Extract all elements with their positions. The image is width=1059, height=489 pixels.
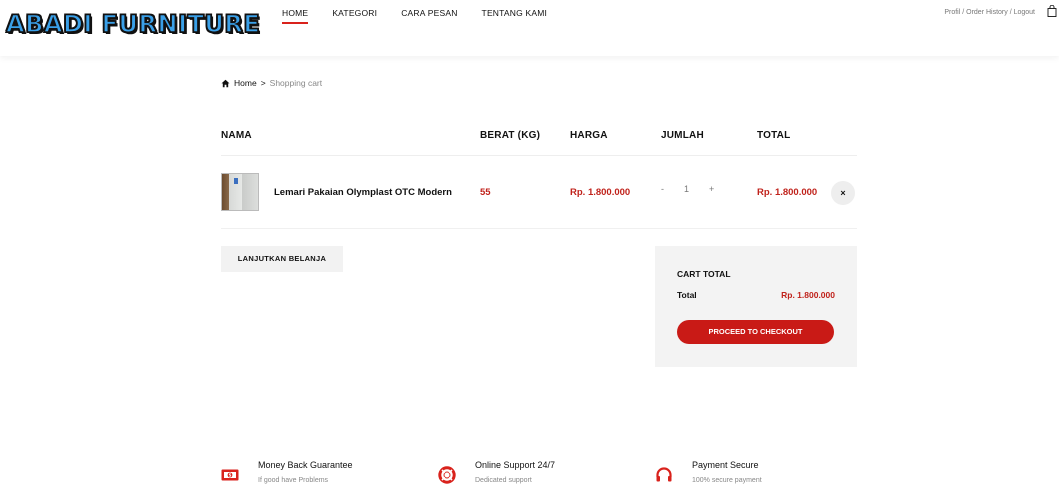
feature-subtitle: Dedicated support: [475, 477, 532, 484]
feature-subtitle: If good have Problems: [258, 477, 329, 484]
money-icon: $: [221, 469, 239, 481]
shopping-bag-icon[interactable]: [1047, 5, 1057, 17]
cart-total-value: Rp. 1.800.000: [781, 290, 835, 300]
feature-subtitle: 100% secure payment: [692, 477, 762, 484]
breadcrumb-home[interactable]: Home: [234, 78, 257, 88]
product-thumbnail[interactable]: [221, 173, 259, 211]
cart-item-row: Lemari Pakaian Olymplast OTC Modern 55 R…: [221, 157, 857, 229]
cart-table-header: NAMA BERAT (KG) HARGA JUMLAH TOTAL: [221, 130, 857, 156]
lifebuoy-icon: [438, 466, 456, 484]
site-logo[interactable]: ABADI FURNITURE: [5, 8, 260, 40]
cart-total-box: CART TOTAL Total Rp. 1.800.000 PROCEED T…: [655, 246, 857, 367]
product-name[interactable]: Lemari Pakaian Olymplast OTC Modern: [274, 187, 452, 198]
quantity-stepper: - 1 +: [661, 184, 714, 194]
product-price: Rp. 1.800.000: [570, 187, 631, 198]
cart-total-label: Total: [677, 290, 697, 300]
column-total: TOTAL: [757, 130, 791, 141]
column-weight: BERAT (KG): [480, 130, 541, 141]
feature-title: Money Back Guarantee: [258, 460, 353, 470]
qty-value[interactable]: 1: [684, 184, 689, 194]
continue-shopping-button[interactable]: LANJUTKAN BELANJA: [221, 246, 343, 272]
nav-cara-pesan[interactable]: CARA PESAN: [401, 8, 457, 18]
nav-kategori[interactable]: KATEGORI: [332, 8, 377, 18]
breadcrumb-current: Shopping cart: [269, 78, 323, 88]
column-price: HARGA: [570, 130, 608, 141]
cart-total-title: CART TOTAL: [677, 269, 731, 279]
nav-tentang-kami[interactable]: TENTANG KAMI: [482, 8, 548, 18]
breadcrumb: Home > Shopping cart: [221, 78, 322, 88]
account-links[interactable]: Profil / Order History / Logout: [944, 9, 1035, 16]
main-nav: HOME KATEGORI CARA PESAN TENTANG KAMI: [282, 8, 571, 24]
qty-decrease-button[interactable]: -: [661, 184, 664, 194]
headphones-icon: [656, 467, 672, 482]
svg-text:$: $: [229, 473, 232, 478]
remove-item-button[interactable]: ×: [831, 181, 855, 205]
qty-increase-button[interactable]: +: [709, 184, 714, 194]
product-weight: 55: [480, 187, 491, 198]
proceed-to-checkout-button[interactable]: PROCEED TO CHECKOUT: [677, 320, 834, 344]
breadcrumb-separator: >: [260, 78, 266, 88]
home-icon: [221, 79, 230, 87]
nav-home[interactable]: HOME: [282, 8, 309, 24]
product-total: Rp. 1.800.000: [757, 187, 818, 198]
column-qty: JUMLAH: [661, 130, 704, 141]
feature-title: Online Support 24/7: [475, 460, 556, 470]
site-header: ABADI FURNITURE HOME KATEGORI CARA PESAN…: [0, 0, 1059, 56]
column-name: NAMA: [221, 130, 252, 141]
feature-title: Payment Secure: [692, 460, 759, 470]
